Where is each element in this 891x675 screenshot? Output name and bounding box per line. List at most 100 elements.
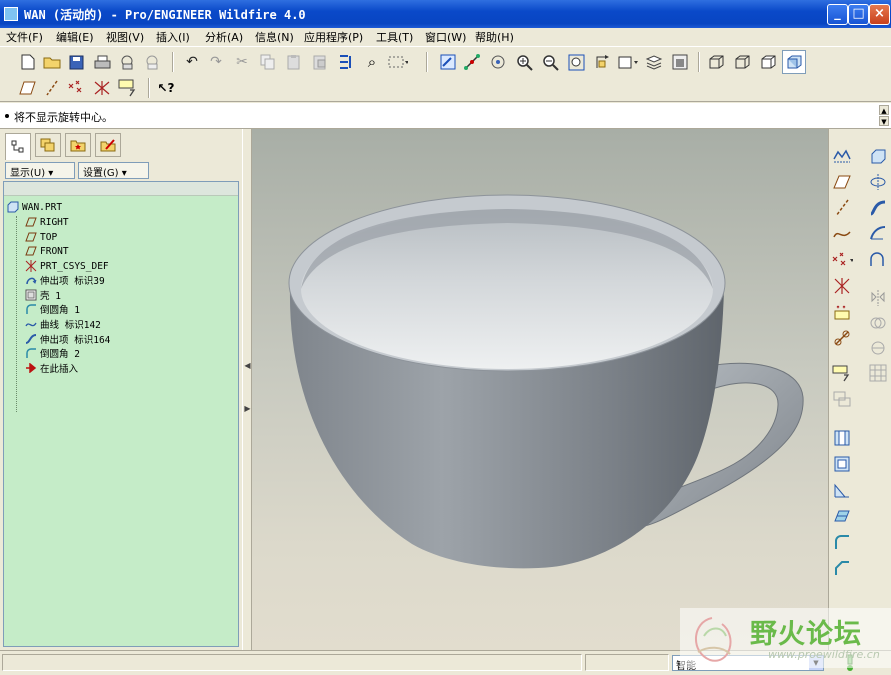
datum-csys-tool-icon[interactable] — [831, 275, 853, 297]
datum-axis-tool-icon[interactable] — [831, 197, 853, 219]
collapse-left-icon[interactable]: ◀ — [244, 361, 251, 375]
pattern-tool-icon[interactable] — [867, 362, 889, 384]
analysis-feature-icon[interactable] — [831, 301, 853, 323]
selection-box-icon[interactable] — [388, 52, 408, 72]
trim-tool-icon[interactable] — [867, 337, 889, 359]
expand-right-icon[interactable]: ▶ — [244, 404, 251, 418]
hidden-line-icon[interactable] — [732, 52, 752, 72]
rib-tool-icon[interactable] — [831, 479, 853, 501]
merge-tool-icon[interactable] — [867, 312, 889, 334]
chevron-down-icon[interactable]: ▼ — [809, 656, 823, 670]
tab-favorites[interactable] — [65, 133, 91, 157]
tree-item[interactable]: 壳 1 — [25, 288, 61, 302]
menu-help[interactable]: 帮助(H) — [475, 29, 514, 45]
copy-geometry-icon[interactable] — [831, 388, 853, 410]
menu-info[interactable]: 信息(N) — [255, 29, 294, 45]
menu-view[interactable]: 视图(V) — [106, 29, 144, 45]
orient-mode-icon[interactable] — [488, 52, 508, 72]
reorient-icon[interactable] — [592, 52, 612, 72]
layers-icon[interactable] — [644, 52, 664, 72]
copy-icon[interactable] — [258, 52, 278, 72]
open-folder-icon[interactable] — [42, 52, 62, 72]
chain-tool-icon[interactable] — [831, 327, 853, 349]
panel-splitter[interactable]: ◀ ▶ — [242, 129, 252, 650]
menu-insert[interactable]: 插入(I) — [156, 29, 190, 45]
save-icon[interactable] — [66, 52, 86, 72]
sketched-curve-icon[interactable] — [831, 223, 853, 245]
axis-display-icon[interactable] — [42, 78, 62, 98]
new-file-icon[interactable] — [18, 52, 38, 72]
close-button[interactable]: × — [869, 4, 890, 25]
spin-center-icon[interactable] — [462, 52, 482, 72]
menu-window[interactable]: 窗口(W) — [425, 29, 466, 45]
csys-display-icon[interactable] — [92, 78, 112, 98]
undo-icon[interactable]: ↶ — [182, 52, 202, 72]
draft-tool-icon[interactable] — [831, 505, 853, 527]
message-scroll-up[interactable]: ▲ — [879, 105, 889, 115]
menu-applications[interactable]: 应用程序(P) — [304, 29, 363, 45]
paste-special-icon[interactable] — [310, 52, 330, 72]
graphics-window[interactable] — [252, 129, 828, 650]
redo-icon[interactable]: ↷ — [206, 52, 226, 72]
zoom-in-icon[interactable] — [514, 52, 534, 72]
tab-connections[interactable] — [95, 133, 121, 157]
send-mail-icon[interactable] — [117, 52, 137, 72]
hole-tool-icon[interactable] — [831, 427, 853, 449]
tab-model-tree[interactable] — [5, 133, 31, 160]
settings-dropdown[interactable]: 设置(G) ▾ — [78, 162, 149, 179]
wireframe-icon[interactable] — [706, 52, 726, 72]
plane-display-icon[interactable] — [18, 78, 38, 98]
datum-point-tool-icon[interactable] — [831, 249, 853, 271]
menu-analysis[interactable]: 分析(A) — [205, 29, 243, 45]
mirror-tool-icon[interactable] — [867, 287, 889, 309]
tree-item[interactable]: RIGHT — [25, 215, 69, 229]
show-dropdown[interactable]: 显示(U) ▾ — [5, 162, 75, 179]
maximize-button[interactable]: □ — [848, 4, 869, 25]
shading-icon[interactable] — [782, 50, 806, 74]
round-tool-icon[interactable] — [831, 531, 853, 553]
tree-item[interactable]: 伸出项 标识164 — [25, 332, 110, 346]
no-hidden-icon[interactable] — [758, 52, 778, 72]
paste-icon[interactable] — [284, 52, 304, 72]
menu-file[interactable]: 文件(F) — [6, 29, 43, 45]
tree-item[interactable]: FRONT — [25, 244, 69, 258]
boundary-blend-icon[interactable] — [867, 249, 889, 271]
datum-plane-tool-icon[interactable] — [831, 171, 853, 193]
extrude-icon[interactable] — [867, 145, 889, 167]
context-help-icon[interactable]: ↖? — [156, 78, 176, 98]
point-display-icon[interactable] — [66, 78, 86, 98]
print-icon[interactable] — [92, 52, 112, 72]
menu-edit[interactable]: 编辑(E) — [56, 29, 94, 45]
message-scroll-down[interactable]: ▼ — [879, 116, 889, 126]
cut-icon[interactable]: ✂ — [232, 52, 252, 72]
tree-item-insert-here[interactable]: 在此插入 — [25, 361, 78, 375]
tree-item-root[interactable]: WAN.PRT — [7, 200, 62, 214]
tree-item[interactable]: 倒圆角 2 — [25, 346, 80, 360]
sweep-tool-icon[interactable] — [867, 197, 889, 219]
zoom-out-icon[interactable] — [540, 52, 560, 72]
saved-views-icon[interactable] — [618, 52, 638, 72]
revolve-tool-icon[interactable] — [867, 171, 889, 193]
blend-tool-icon[interactable] — [867, 223, 889, 245]
send-mail-attach-icon[interactable] — [142, 52, 162, 72]
tree-item[interactable]: 倒圆角 1 — [25, 302, 80, 316]
tree-item[interactable]: 曲线 标识142 — [25, 317, 101, 331]
tree-item[interactable]: TOP — [25, 230, 57, 244]
repaint-icon[interactable] — [438, 52, 458, 72]
tree-item[interactable]: 伸出项 标识39 — [25, 273, 105, 287]
annotation-display-icon[interactable] — [118, 78, 138, 98]
find-icon[interactable]: ⌕ — [362, 52, 382, 72]
refit-icon[interactable] — [566, 52, 586, 72]
tab-folder-browser[interactable] — [35, 133, 61, 157]
chamfer-tool-icon[interactable] — [831, 557, 853, 579]
tree-item[interactable]: PRT_CSYS_DEF — [25, 259, 109, 273]
minimize-button[interactable]: _ — [827, 4, 848, 25]
view-manager-icon[interactable] — [670, 52, 690, 72]
menu-tools[interactable]: 工具(T) — [376, 29, 413, 45]
selection-filter-dropdown[interactable]: 智能 ▼ — [672, 655, 824, 672]
shell-tool-icon[interactable] — [831, 453, 853, 475]
sketch-tool-icon[interactable] — [831, 145, 853, 167]
annotation-feature-icon[interactable] — [831, 362, 853, 384]
part-icon — [7, 201, 19, 213]
regenerate-icon[interactable] — [336, 52, 356, 72]
